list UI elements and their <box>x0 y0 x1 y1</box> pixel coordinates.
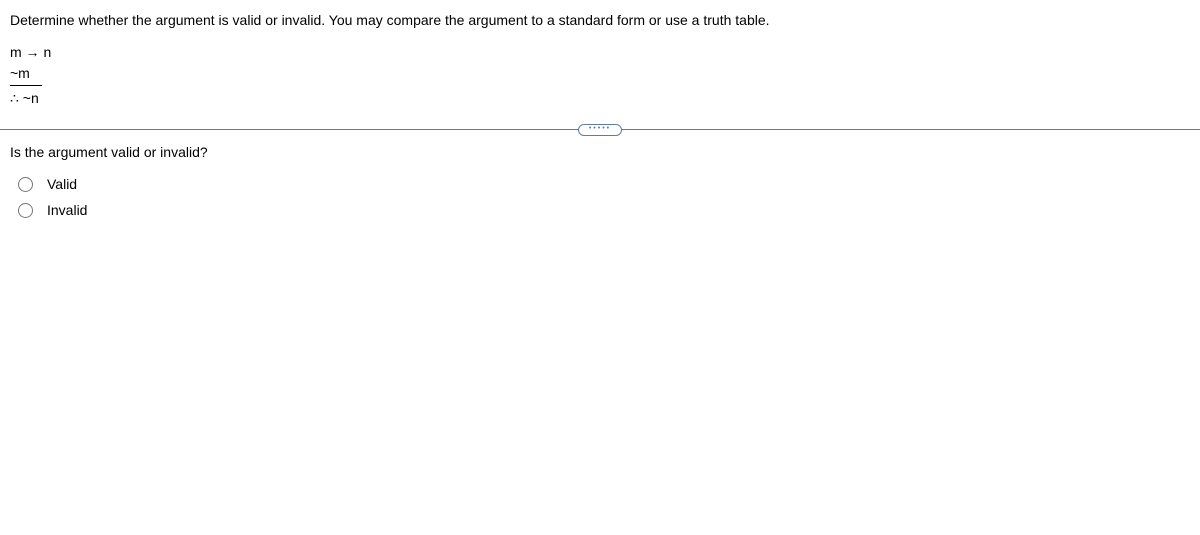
radio-valid[interactable] <box>18 177 33 192</box>
instruction-text: Determine whether the argument is valid … <box>10 12 1190 28</box>
premise-1: m → n <box>10 42 1190 63</box>
option-invalid[interactable]: Invalid <box>18 202 1190 218</box>
option-valid-label: Valid <box>47 176 77 192</box>
option-invalid-label: Invalid <box>47 202 87 218</box>
logical-argument: m → n ~m ∴ ~n <box>10 42 1190 109</box>
question-header: Determine whether the argument is valid … <box>0 12 1200 119</box>
premise-2: ~m <box>10 63 42 86</box>
question-body: Is the argument valid or invalid? Valid … <box>0 144 1200 218</box>
conclusion: ∴ ~n <box>10 88 1190 109</box>
radio-invalid[interactable] <box>18 203 33 218</box>
option-valid[interactable]: Valid <box>18 176 1190 192</box>
section-divider: ••••• <box>0 129 1200 130</box>
divider-expand-button[interactable]: ••••• <box>578 124 622 136</box>
answer-prompt: Is the argument valid or invalid? <box>10 144 1190 160</box>
dots-icon: ••••• <box>589 125 611 132</box>
